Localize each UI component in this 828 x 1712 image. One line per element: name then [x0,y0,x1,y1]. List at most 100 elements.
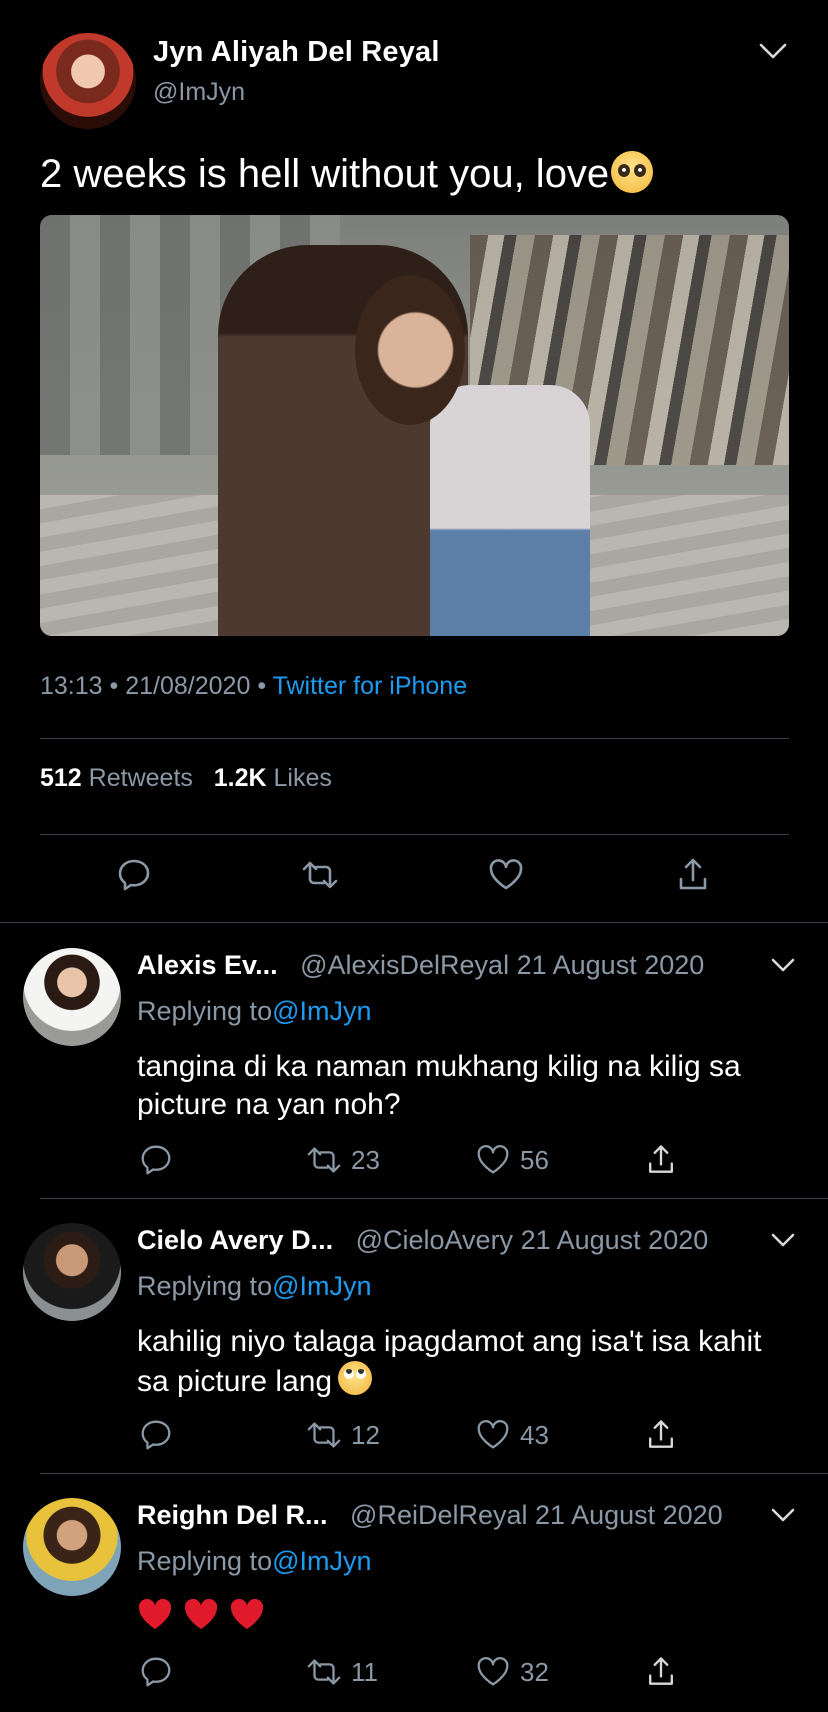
share-button[interactable] [643,1415,679,1455]
meta-separator: • [257,672,267,700]
replying-to-handle[interactable]: @ImJyn [272,996,371,1026]
replying-to-label: Replying to [137,1546,273,1576]
tweet-meta: 13:13 • 21/08/2020 • Twitter for iPhone [40,672,467,701]
tweet-date: 21/08/2020 [125,672,251,700]
pleading-face-emoji [611,151,654,193]
reply-date: 21 August 2020 [516,950,705,980]
reply-avatar[interactable] [23,1498,121,1596]
reply-author-handle[interactable]: @AlexisDelReyal [300,950,509,980]
reply-author-handle[interactable]: @CieloAvery [356,1225,513,1255]
photo-person-woman-body [430,385,590,636]
tweet-source-link[interactable]: Twitter for iPhone [273,672,468,700]
share-icon [649,1420,673,1448]
retweets-label[interactable]: Retweets [89,764,193,792]
retweet-count: 11 [351,1656,378,1687]
like-button[interactable]: 32 [474,1652,549,1692]
divider [40,834,789,835]
red-heart-emoji [184,1599,218,1630]
reply-icon [141,1420,171,1450]
reply-date: 21 August 2020 [520,1225,709,1255]
divider [40,738,789,739]
share-icon [649,1145,673,1173]
reply-author-handle[interactable]: @ReiDelReyal [350,1500,527,1530]
chevron-down-icon[interactable] [768,950,798,980]
replying-to-handle[interactable]: @ImJyn [272,1271,371,1301]
reply-text: kahilig niyo talaga ipagdamot ang isa't … [137,1323,787,1401]
reply-date: 21 August 2020 [535,1500,723,1530]
retweet-icon [307,1147,341,1173]
reply-button[interactable] [137,1415,175,1455]
reply-avatar[interactable] [23,1223,121,1321]
reply-actions: 11 32 [0,1652,828,1696]
reply-button[interactable] [137,1652,175,1692]
share-icon[interactable] [673,855,713,895]
like-button[interactable]: 56 [474,1140,549,1180]
replying-to: Replying to@ImJyn [137,1546,372,1577]
reply-header: Cielo Avery D... @CieloAvery 21 August 2… [137,1223,777,1257]
tweet-photo[interactable] [40,215,789,636]
tweet-text: 2 weeks is hell without you, love [40,150,654,198]
reply-text-content: kahilig niyo talaga ipagdamot ang isa't … [137,1325,762,1398]
replying-to-handle[interactable]: @ImJyn [272,1546,371,1576]
reply-text: tangina di ka naman mukhang kilig na kil… [137,1050,741,1121]
retweet-count: 23 [351,1144,380,1175]
likes-label[interactable]: Likes [274,764,332,792]
author-handle[interactable]: @ImJyn [153,78,245,107]
retweet-icon [307,1422,341,1448]
author-name[interactable]: Jyn Aliyah Del Reyal [153,36,440,69]
replying-to-label: Replying to [137,1271,273,1301]
like-button[interactable]: 43 [474,1415,549,1455]
retweet-icon[interactable] [300,855,340,895]
share-button[interactable] [643,1140,679,1180]
reply-author-name[interactable]: Alexis Ev... [137,950,278,980]
retweet-button[interactable]: 12 [305,1415,380,1455]
reply-button[interactable] [137,1140,175,1180]
red-heart-emoji [230,1599,264,1630]
like-count: 56 [520,1144,549,1175]
reply-icon [141,1145,171,1175]
author-avatar[interactable] [40,33,136,129]
retweet-button[interactable]: 23 [305,1140,380,1180]
likes-count[interactable]: 1.2K [214,764,267,792]
share-button[interactable] [643,1652,679,1692]
retweets-count[interactable]: 512 [40,764,82,792]
reply-header: Reighn Del R... @ReiDelReyal 21 August 2… [137,1498,777,1532]
chevron-down-icon[interactable] [768,1225,798,1255]
chevron-down-icon[interactable] [756,34,790,68]
reply-tweet[interactable]: Reighn Del R... @ReiDelReyal 21 August 2… [0,1498,828,1712]
reply-text [137,1594,787,1632]
tweet-stats: 512 Retweets 1.2K Likes [40,764,332,793]
like-count: 43 [520,1419,549,1450]
replying-to-label: Replying to [137,996,273,1026]
main-tweet-actions [0,855,828,905]
chevron-down-icon[interactable] [768,1500,798,1530]
reply-author-name[interactable]: Reighn Del R... [137,1500,328,1530]
retweet-count: 12 [351,1419,380,1450]
main-tweet: Jyn Aliyah Del Reyal @ImJyn 2 weeks is h… [0,0,828,923]
reply-author-name[interactable]: Cielo Avery D... [137,1225,333,1255]
reply-avatar[interactable] [23,948,121,1046]
reply-tweet[interactable]: Alexis Ev... @AlexisDelReyal 21 August 2… [0,948,828,1223]
reply-actions: 23 56 [0,1140,828,1184]
reply-icon[interactable] [114,855,154,895]
reply-tweet[interactable]: Cielo Avery D... @CieloAvery 21 August 2… [0,1223,828,1498]
meta-separator: • [109,672,119,700]
tweet-time: 13:13 [40,672,103,700]
replying-to: Replying to@ImJyn [137,996,372,1027]
like-icon [477,1420,509,1449]
reply-actions: 12 43 [0,1415,828,1459]
reply-icon [141,1657,171,1687]
like-count: 32 [520,1656,549,1687]
divider [40,1198,828,1199]
retweet-button[interactable]: 11 [305,1652,378,1692]
tweet-text-content: 2 weeks is hell without you, love [40,152,610,196]
replying-to: Replying to@ImJyn [137,1271,372,1302]
like-icon [477,1657,509,1686]
retweet-icon [307,1659,341,1685]
red-heart-emoji [138,1599,172,1630]
like-icon [477,1145,509,1174]
reply-header: Alexis Ev... @AlexisDelReyal 21 August 2… [137,948,777,982]
face-with-rolling-eyes-emoji [338,1361,373,1395]
divider [0,922,828,923]
like-icon[interactable] [486,855,526,895]
